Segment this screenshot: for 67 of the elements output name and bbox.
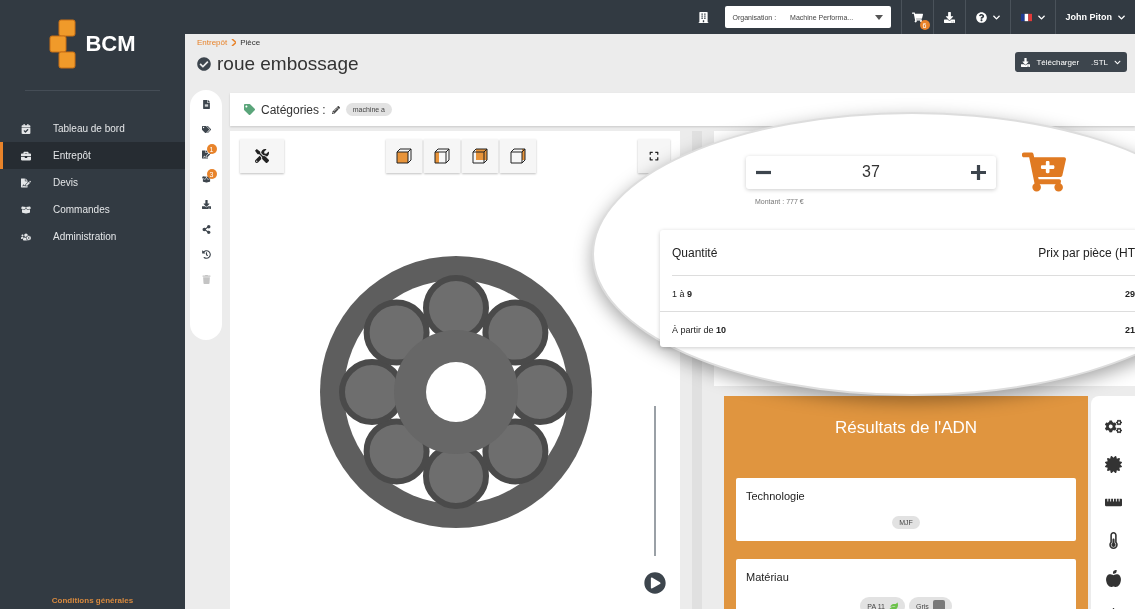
fullscreen-icon [649,151,659,161]
nav-icon [21,231,31,242]
view-mode-button[interactable] [386,139,422,173]
table-cell: 29 [1125,288,1135,299]
nav-icon [21,177,31,188]
download-button[interactable]: Télécharger .STL [1015,52,1127,72]
help-icon[interactable] [975,11,987,23]
view-mode-button[interactable] [462,139,498,173]
download-icon[interactable] [201,200,211,209]
play-icon[interactable] [644,572,666,594]
tools-icon [255,149,269,163]
leaf-icon [888,601,898,609]
tools-button[interactable] [240,139,284,173]
chevron-right-icon [231,39,237,46]
fullscreen-button[interactable] [638,139,670,173]
user-name[interactable]: John Piton [1065,12,1112,22]
download-icon[interactable] [943,11,955,23]
caret-icon [874,14,883,20]
building-icon [697,11,709,23]
sidebar-item[interactable]: Commandes [0,196,185,223]
table-cell: 1 à 9 [672,288,693,299]
categories-label: Catégories : [261,102,326,117]
card-title: Technologie [746,490,806,502]
nav-icon [21,150,31,161]
logo-text: BCM [85,31,136,57]
increase-button[interactable] [971,164,986,180]
sidebar-item[interactable]: Devis [0,169,185,196]
chevron-down-icon [1114,58,1121,66]
terms-link[interactable]: Conditions générales [0,596,185,609]
document-icon[interactable] [201,100,211,109]
orders-icon[interactable] [201,175,211,184]
sidebar-item[interactable]: Entrepôt [0,142,185,169]
certificate-icon[interactable] [1104,456,1122,473]
add-to-cart-icon[interactable] [1022,152,1066,192]
nav-icon [21,204,31,215]
apple-icon[interactable] [1104,570,1122,587]
quantity-stepper[interactable]: 37 [746,155,996,189]
view-mode-button[interactable] [500,139,536,173]
cube-view-icon [434,148,450,164]
page-title: roue embossage [217,53,359,75]
verified-icon [197,57,211,71]
quote-icon[interactable] [201,150,211,159]
download-icon [1021,57,1031,67]
cart-icon[interactable] [911,11,923,23]
nav-icon [21,123,31,134]
breadcrumb-current: Pièce [240,38,261,47]
flag-icon[interactable] [1020,11,1032,23]
view-mode-button[interactable] [424,139,460,173]
tag-icon [244,104,255,115]
column-header: Quantité [672,245,718,260]
gears-icon[interactable] [1104,418,1122,435]
cube-view-icon [510,148,526,164]
panel-title: Résultats de l'ADN [833,418,979,438]
sidebar-item[interactable]: Tableau de bord [0,115,185,142]
share-icon[interactable] [201,225,211,234]
column-header: Prix par pièce (HT [1038,245,1135,260]
sidebar-item[interactable]: Administration [0,223,185,250]
card-title: Matériau [746,571,790,583]
cube-view-icon [472,148,488,164]
quantity-input[interactable]: 37 [839,162,903,182]
pencil-icon[interactable] [331,105,340,114]
cube-view-icon [396,148,412,164]
table-cell: À partir de 10 [672,324,727,335]
history-icon[interactable] [201,250,211,259]
tag-icon[interactable] [201,125,211,134]
plus-icon [971,164,986,180]
table-cell: 21 [1125,324,1135,335]
